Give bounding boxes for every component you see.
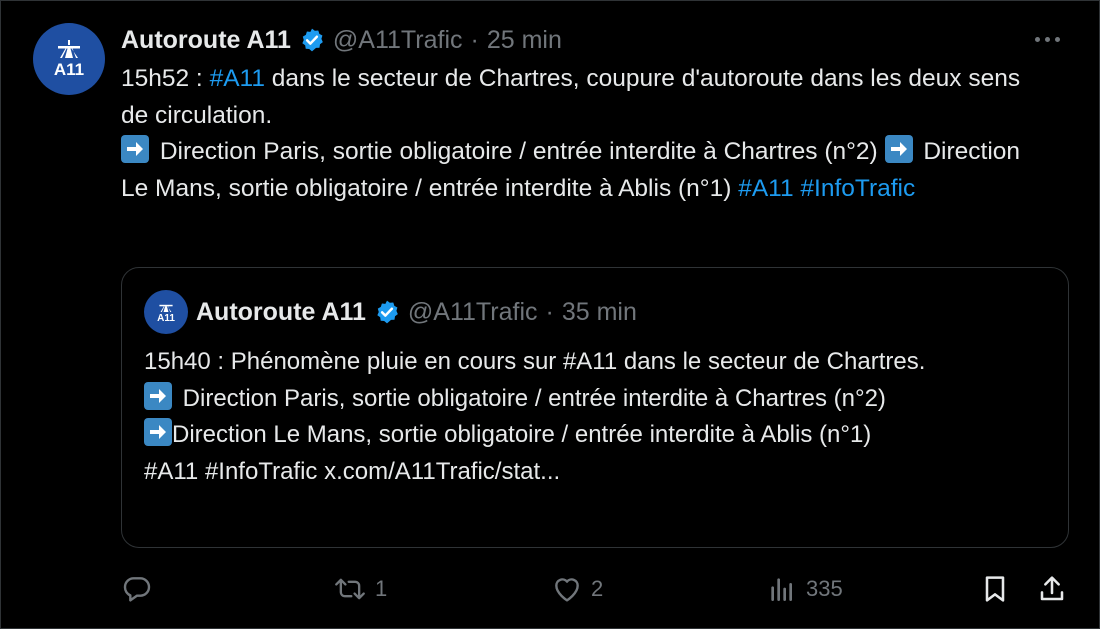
tweet-time-prefix: 15h52 : <box>121 65 203 92</box>
motorway-icon <box>159 304 173 312</box>
reply-button[interactable] <box>121 569 161 609</box>
right-arrow-icon <box>121 135 149 163</box>
quoted-direction-lemans: Direction Le Mans, sortie obligatoire / … <box>172 421 872 448</box>
bookmark-icon <box>985 576 1005 602</box>
separator-dot: · <box>470 25 479 54</box>
hashtag-link[interactable]: #InfoTrafic <box>800 175 915 202</box>
verified-badge-icon[interactable] <box>299 27 325 53</box>
quoted-avatar[interactable]: A11 <box>144 290 188 334</box>
like-button[interactable]: 2 <box>551 569 603 609</box>
tweet-text: 15h52 : #A11 dans le secteur de Chartres… <box>121 61 1051 207</box>
quoted-handle[interactable]: @A11Trafic <box>408 298 538 327</box>
repost-button[interactable]: 1 <box>333 569 387 609</box>
verified-badge-icon[interactable] <box>374 299 400 325</box>
more-options-icon[interactable] <box>1035 33 1063 45</box>
right-arrow-icon <box>144 418 172 446</box>
timestamp[interactable]: 25 min <box>487 26 562 55</box>
avatar-label: A11 <box>157 313 175 324</box>
view-count: 335 <box>806 576 843 601</box>
direction-paris-text: Direction Paris, sortie obligatoire / en… <box>159 138 878 165</box>
right-arrow-icon <box>884 135 913 163</box>
share-button[interactable] <box>1036 569 1068 609</box>
separator-dot: · <box>545 297 554 326</box>
hashtag-link[interactable]: #A11 <box>738 175 793 202</box>
quoted-header: Autoroute A11 @A11Trafic · 35 min <box>196 294 637 330</box>
action-bar: 1 2 335 <box>121 569 1071 609</box>
quoted-author-name[interactable]: Autoroute A11 <box>196 298 366 327</box>
reply-icon <box>123 577 151 602</box>
avatar-label: A11 <box>53 60 85 79</box>
author-name[interactable]: Autoroute A11 <box>121 26 291 55</box>
quoted-last-line: #A11 #InfoTrafic x.com/A11Trafic/stat... <box>144 457 561 485</box>
share-icon <box>1040 576 1064 601</box>
quoted-line1: 15h40 : Phénomène pluie en cours sur #A1… <box>144 348 926 375</box>
right-arrow-icon <box>144 381 172 410</box>
heart-icon <box>555 578 579 602</box>
tweet-header: Autoroute A11 @A11Trafic · 25 min <box>121 23 562 57</box>
views-chart-icon <box>771 578 792 601</box>
quoted-text: 15h40 : Phénomène pluie en cours sur #A1… <box>144 344 1044 490</box>
views-button[interactable]: 335 <box>766 569 843 609</box>
quoted-timestamp[interactable]: 35 min <box>562 298 637 327</box>
author-handle[interactable]: @A11Trafic <box>333 26 463 55</box>
motorway-icon <box>58 40 80 58</box>
tweet-card: A11 Autoroute A11 @A11Trafic · 25 min 15… <box>0 0 1100 629</box>
avatar[interactable]: A11 <box>33 23 105 95</box>
quoted-direction-paris: Direction Paris, sortie obligatoire / en… <box>182 384 886 412</box>
bookmark-button[interactable] <box>979 569 1011 609</box>
like-count: 2 <box>591 576 604 601</box>
repost-count: 1 <box>375 576 388 601</box>
hashtag-link[interactable]: #A11 <box>210 65 265 92</box>
repost-icon <box>335 578 365 600</box>
quoted-tweet[interactable]: A11 Autoroute A11 @A11Trafic · 35 min 15… <box>121 267 1069 548</box>
